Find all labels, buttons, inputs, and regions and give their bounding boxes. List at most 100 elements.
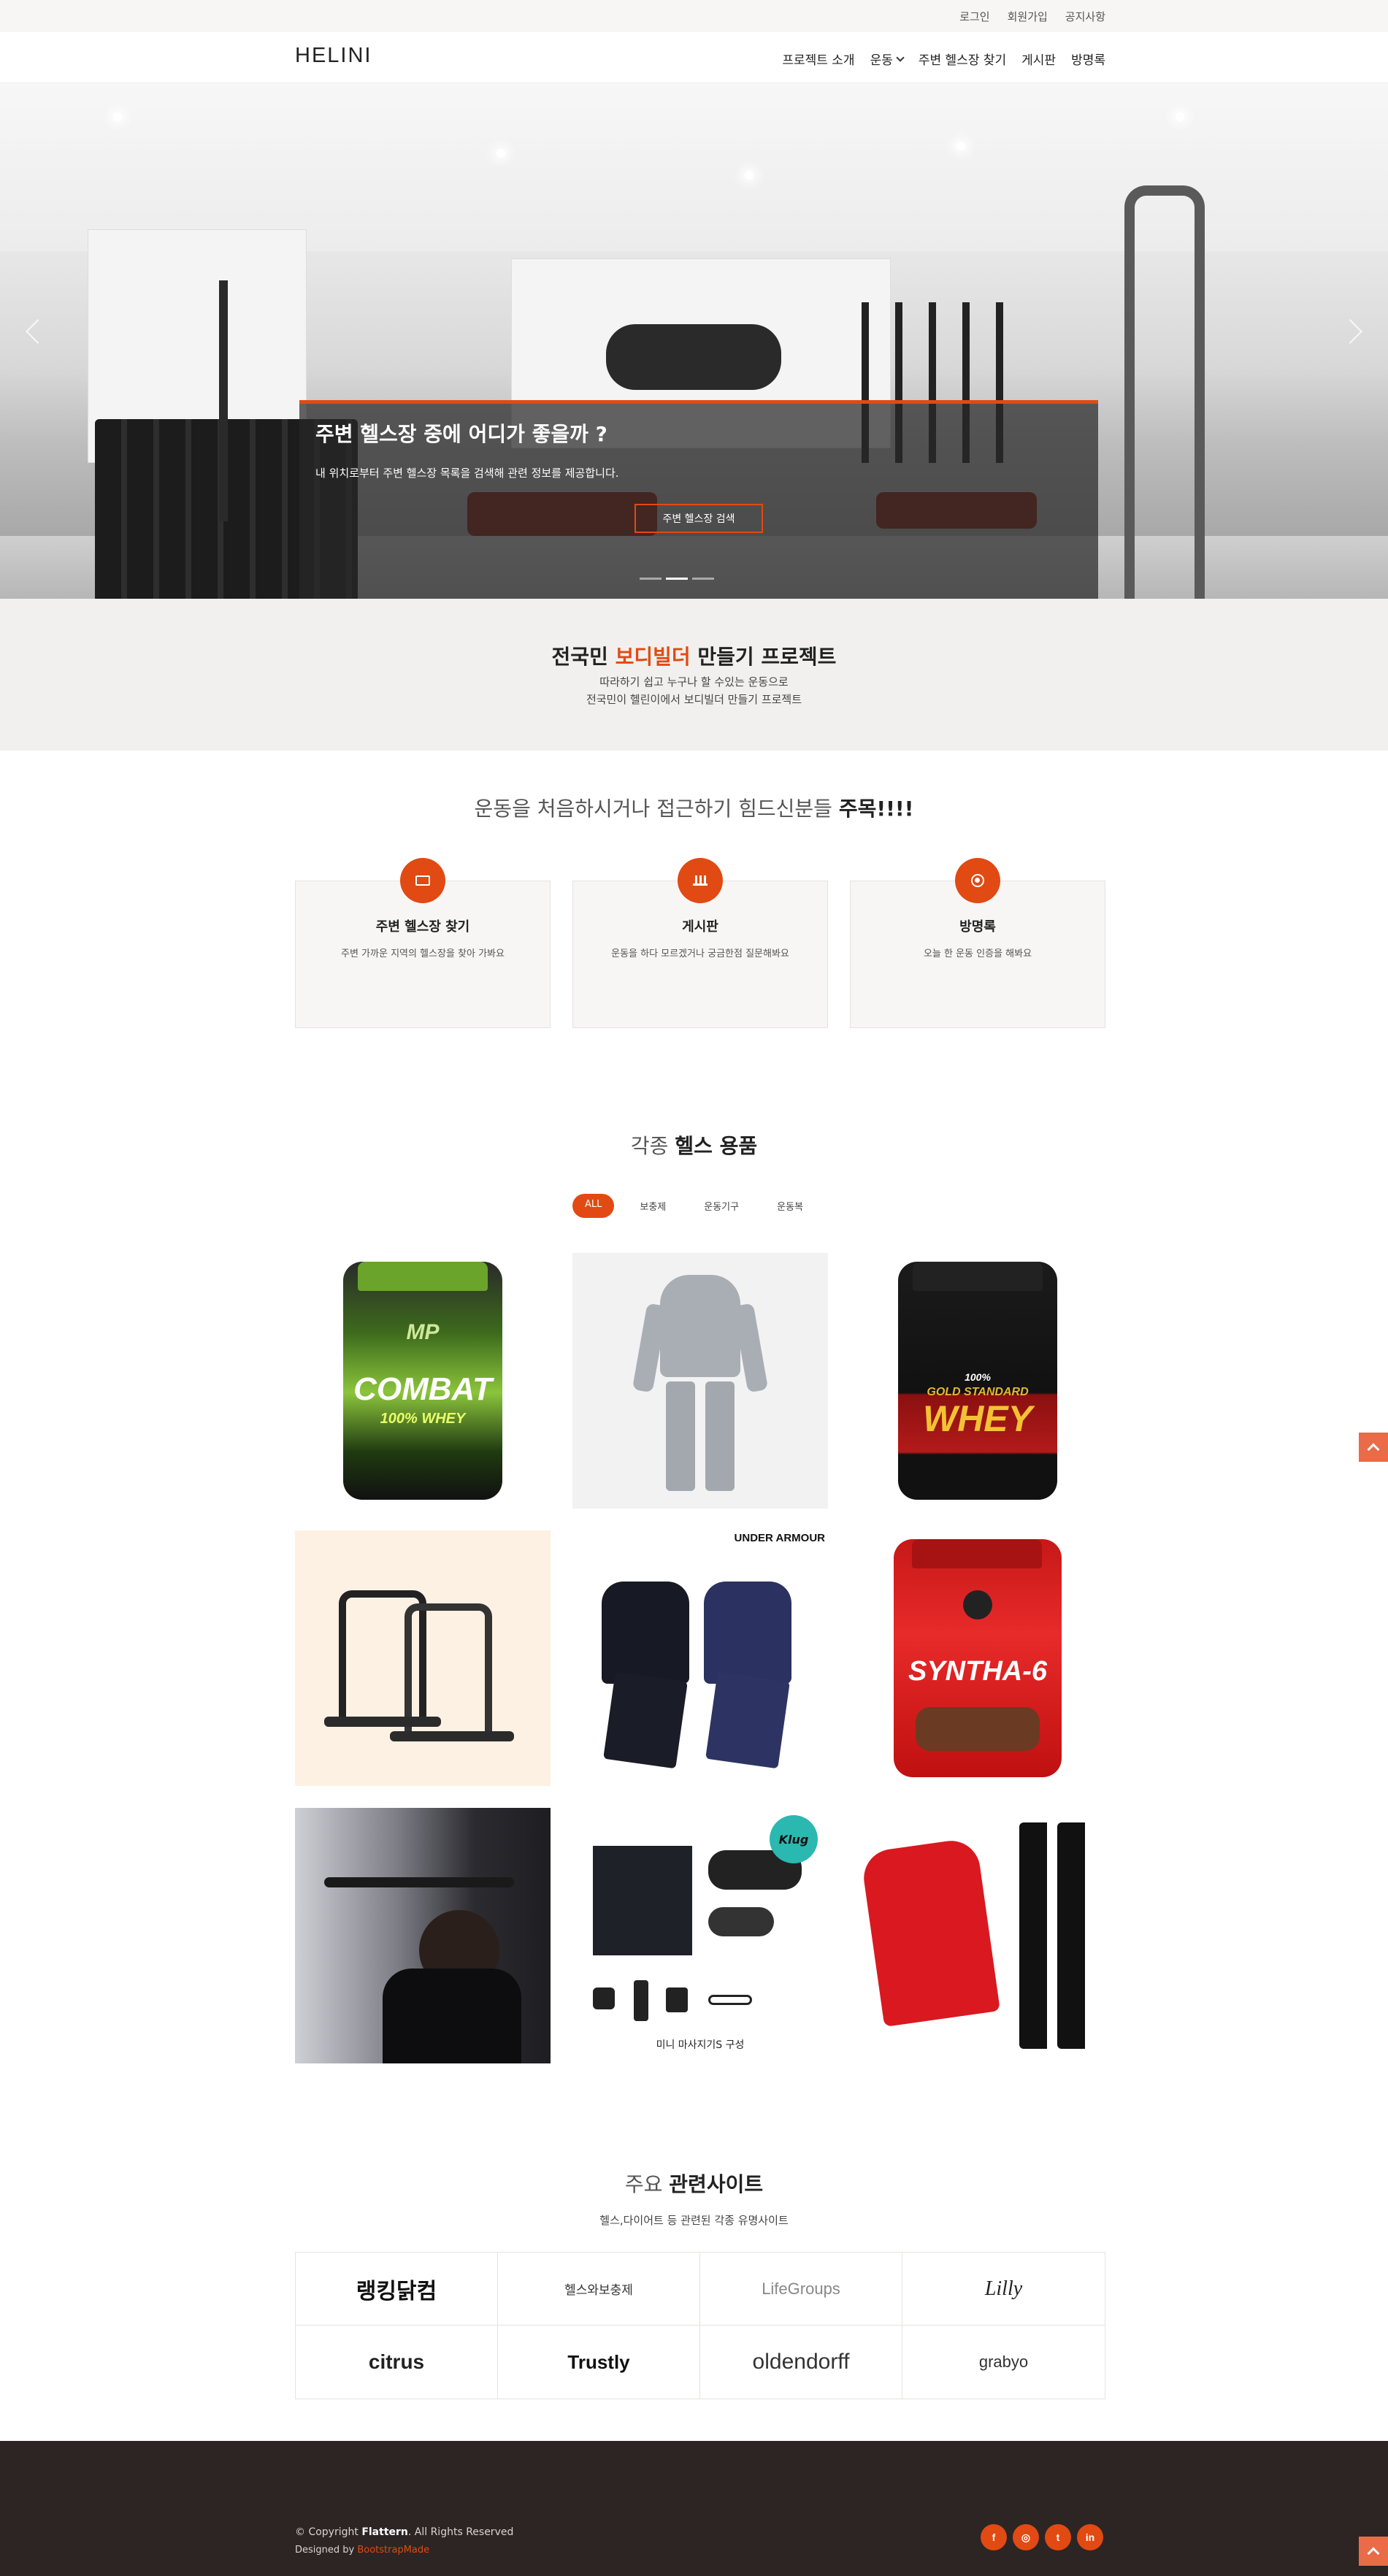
related-title: 주요 관련사이트 (0, 2169, 1388, 2198)
carousel-indicator[interactable] (640, 578, 662, 580)
product-image-base (324, 1717, 441, 1727)
nav-board[interactable]: 게시판 (1021, 50, 1056, 68)
site-logo[interactable]: HELINI (295, 44, 372, 68)
product-gold-standard-whey[interactable]: GOLD STANDARD WHEY 100% (850, 1253, 1105, 1509)
carousel-prev-icon[interactable] (26, 319, 50, 344)
product-adidas-tracksuit[interactable] (850, 1808, 1105, 2063)
product-image-part (593, 1987, 615, 2009)
product-combat-whey[interactable]: MP COMBAT 100% WHEY (295, 1253, 551, 1509)
products-title-bold: 헬스 용품 (675, 1134, 758, 1158)
product-pullup-bar[interactable] (295, 1808, 551, 2063)
credit-link[interactable]: BootstrapMade (357, 2545, 429, 2556)
notice-link[interactable]: 공지사항 (1065, 9, 1105, 24)
filter-all[interactable]: ALL (572, 1194, 615, 1218)
client-logo[interactable]: Lilly (902, 2253, 1105, 2326)
product-mini-massager[interactable]: Klug 미니 마사지기S 구성 (572, 1808, 828, 2063)
services-title-pre: 운동을 처음하시거나 접근하기 힘드신분들 (474, 797, 839, 821)
product-syntha6[interactable]: SYNTHA-6 (850, 1530, 1105, 1786)
copyright: © Copyright Flattern. All Rights Reserve… (295, 2526, 513, 2538)
product-image-part (634, 1980, 648, 2021)
ceiling-light (1176, 112, 1184, 121)
monitor-icon (400, 858, 445, 903)
bar-chart-icon (678, 858, 723, 903)
back-to-top-button[interactable] (1359, 2537, 1388, 2566)
product-badge: Klug (770, 1815, 818, 1863)
social-links: f ◎ t in (981, 2524, 1103, 2550)
filter-sportswear[interactable]: 운동복 (764, 1194, 816, 1218)
nav-project-intro[interactable]: 프로젝트 소개 (782, 50, 854, 68)
copyright-pre: © Copyright (295, 2526, 362, 2538)
find-gym-button[interactable]: 주변 헬스장 검색 (634, 504, 763, 533)
product-image-pants (1019, 1822, 1051, 2049)
intro-title: 전국민 보디빌더 만들기 프로젝트 (0, 641, 1388, 670)
related-title-bold: 관련사이트 (669, 2172, 764, 2196)
client-logo[interactable]: oldendorff (700, 2326, 902, 2399)
linkedin-icon[interactable]: in (1077, 2524, 1103, 2550)
facebook-icon[interactable]: f (981, 2524, 1007, 2550)
product-name: WHEY (923, 1398, 1032, 1439)
product-tracksuit-grey[interactable] (572, 1253, 828, 1509)
product-image-base (390, 1731, 514, 1741)
hero-caption: 주변 헬스장 중에 어디가 좋을까 ? 내 위치로부터 주변 헬스장 목록을 검… (299, 400, 1098, 599)
hero-title: 주변 헬스장 중에 어디가 좋을까 ? (315, 422, 607, 446)
service-desc: 운동을 하다 모르겠거나 궁금한점 질문해봐요 (611, 948, 789, 959)
intro-section: 전국민 보디빌더 만들기 프로젝트 따라하기 쉽고 누구나 할 수있는 운동으로… (0, 599, 1388, 751)
tub-lid (358, 1262, 488, 1291)
product-sub: 100% WHEY (380, 1411, 466, 1427)
service-desc: 오늘 한 운동 인증을 해봐요 (923, 948, 1032, 959)
service-title: 게시판 (682, 919, 718, 935)
services-title: 운동을 처음하시거나 접근하기 힘드신분들 주목!!!! (0, 793, 1388, 822)
tub-lid (912, 1539, 1042, 1568)
product-caption: 미니 마사지기S 구성 (656, 2039, 745, 2051)
carousel-indicator-active[interactable] (666, 578, 688, 580)
product-parallettes[interactable] (295, 1530, 551, 1786)
product-image-hoodie (660, 1275, 740, 1377)
nav-find-gym[interactable]: 주변 헬스장 찾기 (919, 50, 1006, 68)
carousel-indicators (640, 578, 714, 580)
carousel-next-icon[interactable] (1338, 319, 1362, 344)
credits: Designed by BootstrapMade (295, 2545, 429, 2556)
client-logo[interactable]: 랭킹닭컴 (296, 2253, 498, 2326)
product-image-tub: SYNTHA-6 (894, 1539, 1062, 1777)
product-image-pad (708, 1907, 774, 1936)
credit-pre: Designed by (295, 2545, 358, 2556)
top-bar: 로그인 회원가입 공지사항 (0, 0, 1388, 32)
chevron-up-icon (1367, 2547, 1380, 2560)
nav-exercise[interactable]: 운동 (870, 50, 905, 68)
ceiling-light (496, 149, 505, 158)
login-link[interactable]: 로그인 (959, 9, 989, 24)
hero-machine (606, 324, 781, 390)
client-logo[interactable]: grabyo (902, 2326, 1105, 2399)
back-to-top-button[interactable] (1359, 1433, 1388, 1462)
product-image-pants (705, 1671, 790, 1769)
product-under-armour-tracksuit[interactable]: UNDER ARMOUR (572, 1530, 828, 1786)
ceiling-light (956, 142, 965, 150)
top-links: 로그인 회원가입 공지사항 (959, 9, 1105, 24)
intro-line-1: 따라하기 쉽고 누구나 할 수있는 운동으로 (599, 675, 789, 689)
product-brand: UNDER ARMOUR (734, 1532, 825, 1544)
main-nav: 프로젝트 소개 운동 주변 헬스장 찾기 게시판 방명록 (782, 50, 1105, 68)
nav-guestbook[interactable]: 방명록 (1071, 50, 1105, 68)
intro-title-highlight: 보디빌더 (615, 645, 691, 669)
client-logo[interactable]: Trustly (498, 2326, 700, 2399)
product-image-tub: GOLD STANDARD WHEY 100% (898, 1262, 1057, 1500)
hero-machine (219, 280, 228, 521)
filter-equipment[interactable]: 운동기구 (691, 1194, 751, 1218)
client-logo[interactable]: 헬스와보충제 (498, 2253, 700, 2326)
intro-title-post: 만들기 프로젝트 (690, 645, 837, 669)
client-logo[interactable]: citrus (296, 2326, 498, 2399)
signup-link[interactable]: 회원가입 (1008, 9, 1048, 24)
product-image-part (666, 1987, 688, 2012)
twitter-icon[interactable]: t (1045, 2524, 1071, 2550)
client-logo[interactable]: LifeGroups (700, 2253, 902, 2326)
nav-exercise-label: 운동 (870, 53, 893, 68)
products-title-pre: 각종 (630, 1134, 675, 1158)
carousel-indicator[interactable] (692, 578, 714, 580)
chevron-down-icon (896, 53, 905, 62)
product-pct: 100% (965, 1371, 991, 1383)
intro-line-2: 전국민이 헬린이에서 보디빌더 만들기 프로젝트 (586, 693, 802, 706)
product-image-bar (324, 1877, 514, 1887)
filter-supplements[interactable]: 보충제 (627, 1194, 678, 1218)
product-image-cable (708, 1995, 752, 2005)
instagram-icon[interactable]: ◎ (1013, 2524, 1039, 2550)
